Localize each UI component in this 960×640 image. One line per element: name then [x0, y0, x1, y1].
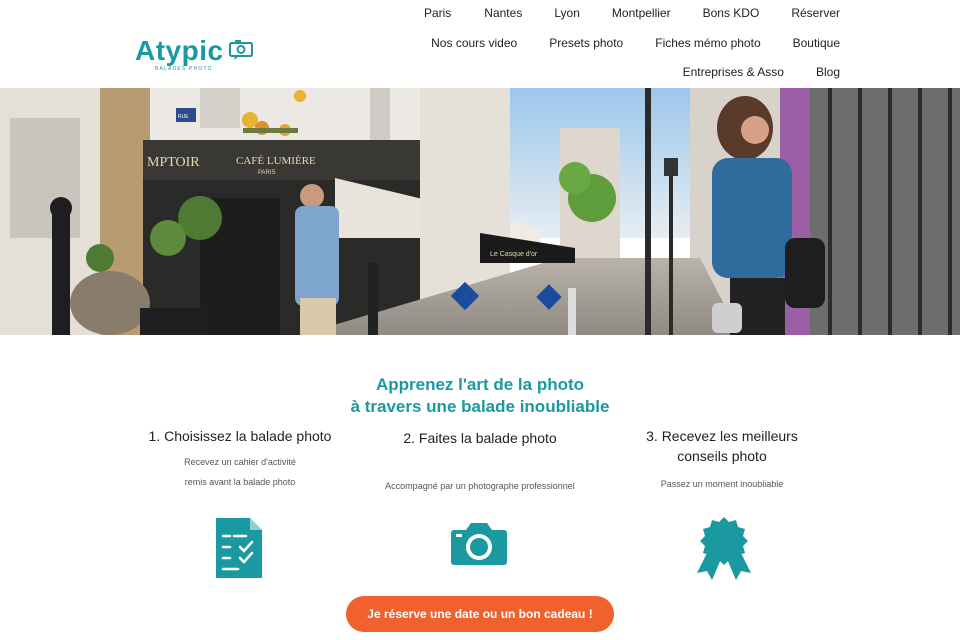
logo-camera-icon [229, 40, 253, 60]
step-1-description: Recevez un cahier d'activité remis avant… [130, 452, 350, 492]
nav-fiches-memo[interactable]: Fiches mémo photo [655, 36, 760, 50]
nav-lyon[interactable]: Lyon [554, 6, 580, 20]
nav-presets-photo[interactable]: Presets photo [549, 36, 623, 50]
main-nav-row-3: Entreprises & Asso Blog [683, 65, 840, 79]
camera-icon [451, 523, 507, 565]
hero-scene: MPTOIR CAFÉ LUMIÈRE PARIS RUE Le Casque … [0, 88, 960, 335]
sign-cafe-lumiere: CAFÉ LUMIÈRE [236, 155, 316, 167]
headline-line-1: Apprenez l'art de la photo [375, 375, 585, 394]
step-1: 1. Choisissez la balade photo Recevez un… [130, 426, 350, 492]
reserve-cta-button[interactable]: Je réserve une date ou un bon cadeau ! [346, 596, 614, 632]
hero-street-photo: MPTOIR CAFÉ LUMIÈRE PARIS RUE Le Casque … [0, 88, 960, 335]
nav-paris[interactable]: Paris [424, 6, 451, 20]
sign-comptoir: MPTOIR [147, 155, 200, 170]
nav-bons-kdo[interactable]: Bons KDO [703, 6, 760, 20]
main-nav-row-2: Nos cours video Presets photo Fiches mém… [431, 36, 840, 50]
nav-montpellier[interactable]: Montpellier [612, 6, 671, 20]
step-3-title-line-1: 3. Recevez les meilleurs [646, 428, 798, 444]
step-1-desc-line-1: Recevez un cahier d'activité [184, 457, 296, 467]
logo-tagline: BALADES PHOTO [155, 66, 213, 72]
section-headline: Apprenez l'art de la photo à travers une… [0, 374, 960, 418]
street-sign: RUE [178, 114, 189, 120]
headline-line-2: à travers une balade inoubliable [350, 397, 610, 416]
nav-entreprises[interactable]: Entreprises & Asso [683, 65, 784, 79]
step-3-title: 3. Recevez les meilleurs conseils photo [612, 426, 832, 466]
site-header: Atypic BALADES PHOTO Paris Nantes Lyon M… [0, 0, 960, 88]
nav-cours-video[interactable]: Nos cours video [431, 36, 517, 50]
step-3-title-line-2: conseils photo [677, 448, 767, 464]
checklist-icon [216, 518, 262, 578]
step-1-title: 1. Choisissez la balade photo [148, 428, 332, 444]
main-nav-row-1: Paris Nantes Lyon Montpellier Bons KDO R… [424, 6, 840, 20]
step-2-title: 2. Faites la balade photo [403, 430, 557, 446]
step-2-description: Accompagné par un photographe profession… [385, 481, 575, 491]
step-3-description: Passez un moment inoubliable [660, 479, 784, 489]
nav-nantes[interactable]: Nantes [484, 6, 522, 20]
step-1-desc-line-2: remis avant la balade photo [184, 477, 296, 487]
nav-blog[interactable]: Blog [816, 65, 840, 79]
step-2: 2. Faites la balade photo Accompagné par… [370, 428, 590, 496]
sign-casque-dor: Le Casque d'or [490, 251, 538, 258]
nav-reserver[interactable]: Réserver [791, 6, 840, 20]
award-ribbon-icon [697, 517, 751, 580]
step-3: 3. Recevez les meilleurs conseils photo … [612, 426, 832, 494]
atypic-logo[interactable]: Atypic BALADES PHOTO [135, 34, 260, 74]
logo-wordmark: Atypic [135, 35, 224, 66]
sign-paris: PARIS [258, 170, 276, 176]
nav-boutique[interactable]: Boutique [793, 36, 840, 50]
